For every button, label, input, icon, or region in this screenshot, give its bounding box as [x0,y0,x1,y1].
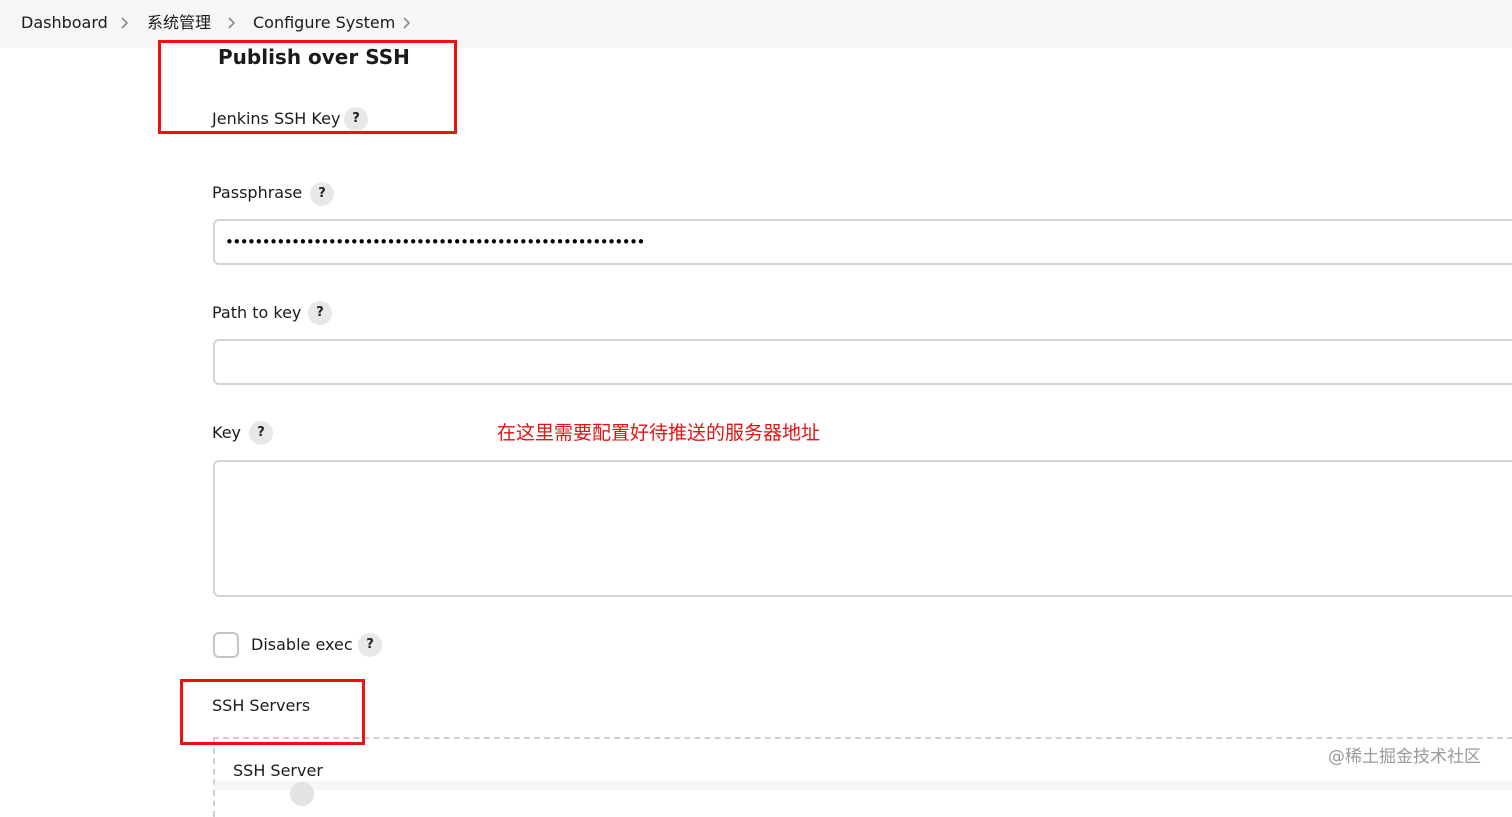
key-textarea[interactable] [213,460,1512,597]
breadcrumb-item-system-admin[interactable]: 系统管理 [147,13,211,33]
question-mark-icon[interactable] [290,782,314,806]
passphrase-input[interactable] [213,219,1512,265]
chevron-right-icon [401,13,413,33]
path-to-key-label: Path to key [212,303,302,322]
question-mark-icon[interactable]: ? [358,633,382,657]
ssh-server-block [213,737,1512,817]
breadcrumb-item-dashboard[interactable]: Dashboard [21,13,108,33]
disable-exec-label: Disable exec [251,635,353,654]
key-label: Key [212,423,242,442]
annotation-box-publish-over-ssh [158,40,457,134]
passphrase-label: Passphrase [212,183,303,202]
disable-exec-checkbox[interactable] [213,632,239,658]
annotation-note: 在这里需要配置好待推送的服务器地址 [497,422,821,444]
question-mark-icon[interactable]: ? [310,182,334,206]
question-mark-icon[interactable]: ? [249,421,273,445]
path-to-key-input[interactable] [213,339,1512,385]
chevron-right-icon [119,13,131,33]
annotation-box-ssh-servers [180,679,365,745]
watermark: @稀土掘金技术社区 [1328,747,1481,767]
chevron-right-icon [226,13,238,33]
ssh-server-block-background [215,781,1512,790]
question-mark-icon[interactable]: ? [308,301,332,325]
ssh-server-label: SSH Server [233,761,323,780]
breadcrumb-item-configure-system[interactable]: Configure System [253,13,395,33]
